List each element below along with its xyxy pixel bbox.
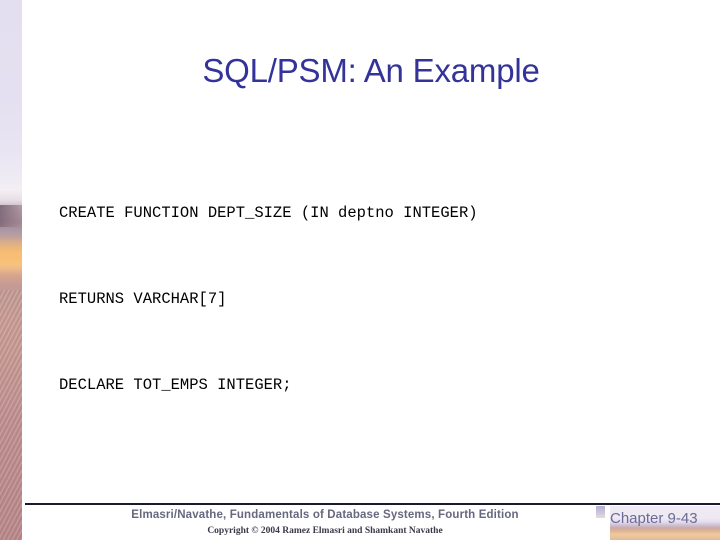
strip-ridge-band (0, 205, 22, 227)
footer-divider (25, 503, 720, 505)
sunset-photo-strip-icon (0, 0, 22, 540)
strip-sun-glow (0, 236, 22, 276)
code-line: RETURNS VARCHAR[7] (59, 289, 227, 308)
code-line: CREATE FUNCTION DEPT_SIZE (IN deptno INT… (59, 203, 478, 222)
chapter-label: Chapter 9-43 (610, 510, 698, 527)
code-line: DECLARE TOT_EMPS INTEGER; (59, 376, 292, 395)
code-block: CREATE FUNCTION DEPT_SIZE (IN deptno INT… (59, 141, 679, 540)
strip-sand-texture (0, 290, 22, 540)
footer-copyright: Copyright © 2004 Ramez Elmasri and Shamk… (207, 526, 443, 536)
chapter-swatch-icon (596, 506, 605, 518)
slide-canvas: SQL/PSM: An Example CREATE FUNCTION DEPT… (0, 0, 720, 540)
page-title: SQL/PSM: An Example (202, 52, 540, 89)
footer-attribution: Elmasri/Navathe, Fundamentals of Databas… (131, 509, 519, 521)
chapter-block: Chapter 9-43 (596, 506, 720, 540)
